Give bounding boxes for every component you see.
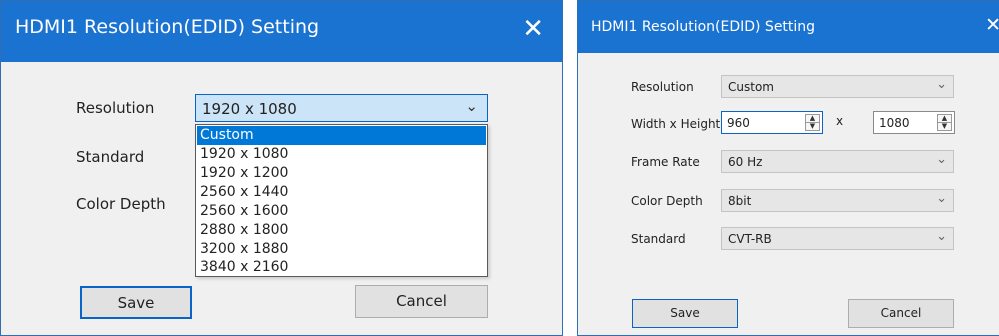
chevron-down-icon[interactable]: ⌄ bbox=[936, 229, 947, 244]
height-value: 1080 bbox=[879, 116, 910, 130]
save-button[interactable]: Save bbox=[632, 299, 738, 328]
frame-rate-select[interactable]: 60 Hz ⌄ bbox=[721, 150, 954, 173]
close-icon[interactable]: ✕ bbox=[985, 14, 999, 36]
resolution-select[interactable]: Custom ⌄ bbox=[721, 75, 954, 98]
dropdown-option[interactable]: 2560 x 1440 bbox=[197, 183, 486, 202]
spinner-arrows-icon[interactable]: ▲ ▼ bbox=[937, 114, 952, 131]
title-bar: HDMI1 Resolution(EDID) Setting ✕ bbox=[578, 1, 999, 53]
resolution-select[interactable]: 1920 x 1080 ⌄ bbox=[195, 94, 488, 122]
standard-label: Standard bbox=[631, 232, 686, 246]
edid-dialog-left: HDMI1 Resolution(EDID) Setting ✕ Resolut… bbox=[0, 0, 563, 336]
standard-value: CVT-RB bbox=[728, 232, 772, 246]
dimension-separator: x bbox=[836, 114, 844, 128]
color-depth-value: 8bit bbox=[728, 194, 752, 208]
edid-dialog-right: HDMI1 Resolution(EDID) Setting ✕ Resolut… bbox=[577, 0, 999, 336]
chevron-down-icon[interactable]: ⌄ bbox=[936, 191, 947, 206]
resolution-select-value: 1920 x 1080 bbox=[202, 100, 297, 118]
color-depth-label: Color Depth bbox=[76, 195, 166, 213]
dropdown-option[interactable]: 3200 x 1880 bbox=[197, 240, 486, 259]
dropdown-option[interactable]: 1920 x 1200 bbox=[197, 164, 486, 183]
close-icon[interactable]: ✕ bbox=[522, 14, 544, 44]
save-button[interactable]: Save bbox=[80, 286, 192, 319]
height-spinbox[interactable]: 1080 ▲ ▼ bbox=[873, 111, 955, 134]
frame-rate-label: Frame Rate bbox=[631, 155, 700, 169]
frame-rate-value: 60 Hz bbox=[728, 155, 763, 169]
dialog-title: HDMI1 Resolution(EDID) Setting bbox=[591, 19, 816, 35]
resolution-select-value: Custom bbox=[728, 80, 774, 94]
resolution-label: Resolution bbox=[76, 99, 155, 117]
resolution-dropdown-list: Custom 1920 x 1080 1920 x 1200 2560 x 14… bbox=[195, 124, 488, 277]
cancel-button[interactable]: Cancel bbox=[848, 299, 954, 328]
resolution-label: Resolution bbox=[631, 80, 694, 94]
dropdown-option[interactable]: Custom bbox=[197, 126, 486, 145]
spinner-arrows-icon[interactable]: ▲ ▼ bbox=[805, 114, 820, 131]
spin-down-icon[interactable]: ▼ bbox=[938, 123, 951, 130]
standard-select[interactable]: CVT-RB ⌄ bbox=[721, 227, 954, 250]
dropdown-option[interactable]: 2560 x 1600 bbox=[197, 202, 486, 221]
standard-label: Standard bbox=[76, 148, 145, 166]
width-value: 960 bbox=[727, 116, 750, 130]
dropdown-option[interactable]: 2880 x 1800 bbox=[197, 221, 486, 240]
dropdown-option[interactable]: 3840 x 2160 bbox=[197, 258, 486, 277]
dialog-title: HDMI1 Resolution(EDID) Setting bbox=[15, 16, 320, 38]
color-depth-select[interactable]: 8bit ⌄ bbox=[721, 189, 954, 212]
width-height-label: Width x Height bbox=[631, 117, 721, 131]
color-depth-label: Color Depth bbox=[631, 194, 703, 208]
spin-down-icon[interactable]: ▼ bbox=[806, 123, 819, 130]
dropdown-option[interactable]: 1920 x 1080 bbox=[197, 145, 486, 164]
chevron-down-icon[interactable]: ⌄ bbox=[936, 152, 947, 167]
title-bar: HDMI1 Resolution(EDID) Setting ✕ bbox=[1, 1, 562, 62]
width-spinbox[interactable]: 960 ▲ ▼ bbox=[721, 111, 823, 134]
chevron-down-icon[interactable]: ⌄ bbox=[936, 77, 947, 92]
chevron-down-icon[interactable]: ⌄ bbox=[465, 97, 478, 115]
cancel-button[interactable]: Cancel bbox=[355, 285, 488, 318]
